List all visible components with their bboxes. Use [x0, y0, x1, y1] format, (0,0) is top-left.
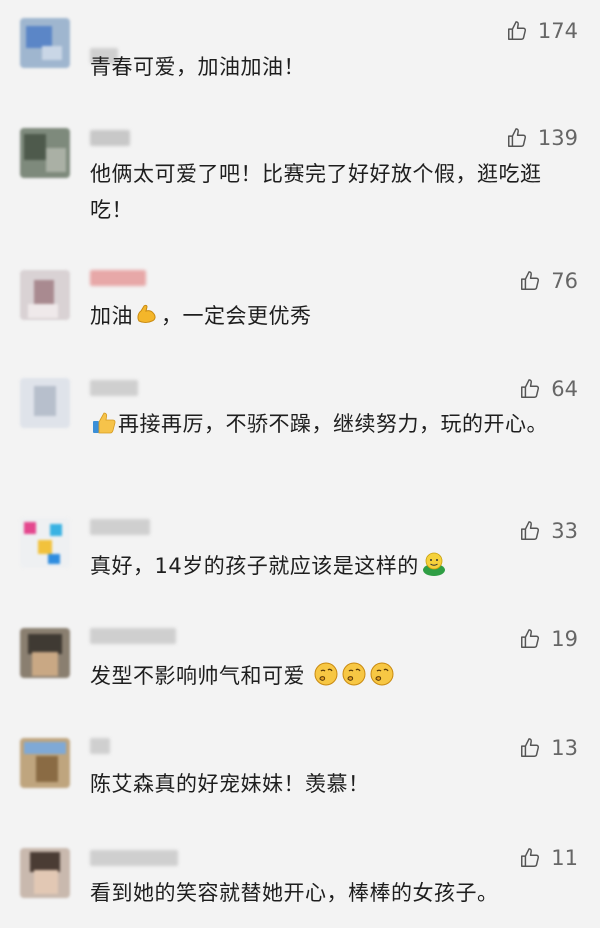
- thinking-face-icon: [314, 662, 338, 686]
- like-button[interactable]: 19: [519, 625, 578, 653]
- like-button[interactable]: 64: [519, 375, 578, 403]
- username-blurred[interactable]: [90, 738, 110, 754]
- avatar[interactable]: [20, 628, 70, 678]
- thumbs-up-icon: [521, 379, 540, 398]
- like-button[interactable]: 139: [506, 124, 578, 152]
- comment-text-content: 他俩太可爱了吧！比赛完了好好放个假，逛吃逛吃！: [90, 162, 542, 222]
- like-button[interactable]: 13: [519, 734, 578, 762]
- avatar[interactable]: [20, 18, 70, 68]
- like-count: 139: [537, 126, 578, 150]
- username-blurred[interactable]: [90, 850, 178, 866]
- username-blurred[interactable]: [90, 130, 130, 146]
- comment-text: 陈艾森真的好宠妹妹！羡慕！: [90, 766, 578, 802]
- like-count: 64: [551, 377, 578, 401]
- avatar[interactable]: [20, 270, 70, 320]
- thinking-face-icon: [370, 662, 394, 686]
- like-button[interactable]: 11: [519, 844, 578, 872]
- thinking-face-icon: [342, 662, 366, 686]
- thumbs-up-emoji-icon: [93, 412, 116, 434]
- thumbs-up-icon: [521, 521, 540, 540]
- comment-text-content: 加油: [90, 304, 133, 328]
- comment-text-content: 青春可爱，加油加油！: [90, 55, 305, 79]
- username-blurred[interactable]: [90, 628, 176, 644]
- avatar[interactable]: [20, 518, 70, 568]
- like-count: 11: [551, 846, 578, 870]
- like-count: 13: [551, 736, 578, 760]
- comment-text-content: ，一定会更优秀: [161, 304, 312, 328]
- username-blurred[interactable]: [90, 380, 138, 396]
- comment-text-content: 真好，14岁的孩子就应该是这样的: [90, 554, 419, 578]
- like-count: 76: [551, 269, 578, 293]
- comment-text-content: 再接再厉，不骄不躁，继续努力，玩的开心。: [118, 412, 548, 436]
- thumbs-up-icon: [507, 128, 526, 147]
- comment-text: 看到她的笑容就替她开心，棒棒的女孩子。: [90, 875, 578, 911]
- like-count: 33: [551, 519, 578, 543]
- thumbs-up-icon: [507, 21, 526, 40]
- thumbs-up-icon: [521, 738, 540, 757]
- comment-text: 再接再厉，不骄不躁，继续努力，玩的开心。: [90, 406, 578, 442]
- green-face-emoji-icon: [422, 552, 445, 576]
- thumbs-up-icon: [521, 629, 540, 648]
- comment-text-content: 看到她的笑容就替她开心，棒棒的女孩子。: [90, 881, 499, 905]
- username-blurred[interactable]: [90, 270, 146, 286]
- like-button[interactable]: 76: [519, 267, 578, 295]
- comment-text: 他俩太可爱了吧！比赛完了好好放个假，逛吃逛吃！: [90, 156, 578, 228]
- username-blurred[interactable]: [90, 519, 150, 535]
- thumbs-up-icon: [521, 848, 540, 867]
- comment-text-content: 陈艾森真的好宠妹妹！羡慕！: [90, 772, 370, 796]
- thumbs-up-icon: [521, 271, 540, 290]
- avatar[interactable]: [20, 848, 70, 898]
- avatar[interactable]: [20, 738, 70, 788]
- avatar[interactable]: [20, 378, 70, 428]
- like-count: 174: [537, 19, 578, 43]
- comment-text: 真好，14岁的孩子就应该是这样的: [90, 548, 578, 584]
- comment-text: 加油 ，一定会更优秀: [90, 298, 578, 334]
- comment-text-content: 发型不影响帅气和可爱: [90, 664, 305, 688]
- comment-text: 发型不影响帅气和可爱: [90, 658, 578, 694]
- avatar[interactable]: [20, 128, 70, 178]
- muscle-emoji-icon: [137, 304, 156, 323]
- like-count: 19: [551, 627, 578, 651]
- comment-text: 青春可爱，加油加油！: [90, 49, 578, 85]
- like-button[interactable]: 174: [506, 17, 578, 45]
- like-button[interactable]: 33: [519, 517, 578, 545]
